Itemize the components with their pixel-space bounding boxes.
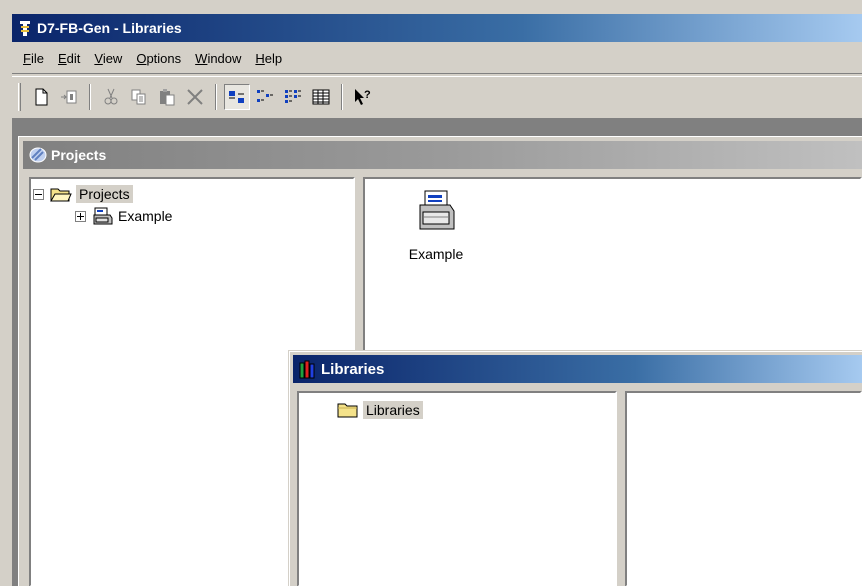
menu-file[interactable]: File — [16, 47, 51, 70]
copy-icon — [131, 89, 146, 104]
context-help-icon: ? — [355, 88, 371, 105]
new-icon — [35, 88, 48, 105]
menu-bar: File Edit View Options Window Help — [12, 44, 862, 74]
details-button[interactable] — [308, 84, 334, 110]
new-button[interactable] — [28, 84, 54, 110]
small-icons-icon — [257, 89, 273, 102]
toolbar-separator — [341, 83, 343, 110]
libraries-window-title-bar[interactable]: Libraries — [293, 355, 862, 383]
project-item-example[interactable]: Example — [391, 189, 481, 262]
paste-button[interactable] — [154, 84, 180, 110]
large-icons-button[interactable] — [224, 83, 250, 110]
context-help-button[interactable]: ? — [350, 84, 376, 110]
menu-options[interactable]: Options — [129, 47, 188, 70]
svg-text:?: ? — [364, 89, 371, 101]
menu-window[interactable]: Window — [188, 47, 248, 70]
collapse-icon[interactable] — [33, 188, 44, 200]
copy-to-button[interactable] — [56, 84, 82, 110]
small-icons-button[interactable] — [252, 84, 278, 110]
list-icon — [285, 89, 301, 103]
copy-to-icon — [61, 90, 77, 103]
toolbar-separator — [215, 83, 217, 110]
projects-window-title: Projects — [51, 147, 107, 163]
app-title-bar[interactable]: D7-FB-Gen - Libraries — [12, 14, 862, 42]
projects-window-title-bar[interactable]: Projects — [23, 141, 862, 169]
menu-edit[interactable]: Edit — [51, 47, 87, 70]
delete-icon — [187, 88, 203, 105]
folder-icon — [337, 403, 358, 418]
libraries-window-title: Libraries — [321, 360, 385, 378]
tree-item-label: Example — [118, 208, 173, 224]
open-folder-icon — [50, 188, 72, 202]
cut-button[interactable] — [98, 84, 124, 110]
app-title: D7-FB-Gen - Libraries — [37, 20, 182, 36]
paste-icon — [160, 88, 175, 105]
copy-button[interactable] — [126, 84, 152, 110]
toolbar-grip[interactable] — [18, 82, 21, 111]
libraries-tree-pane[interactable]: Libraries — [297, 391, 617, 586]
libraries-window: Libraries Libraries — [288, 350, 862, 586]
menu-help[interactable]: Help — [248, 47, 289, 70]
project-large-icon — [419, 190, 455, 230]
list-button[interactable] — [280, 84, 306, 110]
tree-item-example[interactable]: Example — [75, 205, 172, 227]
tree-item-projects[interactable]: Projects — [33, 183, 133, 205]
tree-item-label: Projects — [76, 185, 133, 203]
expand-icon[interactable] — [75, 210, 86, 222]
delete-button[interactable] — [182, 84, 208, 110]
libraries-content-pane[interactable] — [625, 391, 862, 586]
projects-window-icon — [29, 147, 47, 163]
app-icon — [20, 20, 30, 36]
project-icon — [93, 207, 113, 225]
tree-item-libraries[interactable]: Libraries — [337, 399, 423, 421]
libraries-window-icon — [299, 360, 315, 379]
menu-view[interactable]: View — [87, 47, 129, 70]
tree-item-label: Libraries — [363, 401, 423, 419]
large-icons-icon — [229, 90, 244, 103]
cut-icon — [104, 88, 118, 104]
toolbar: ? — [12, 76, 862, 116]
project-item-label: Example — [408, 246, 464, 262]
toolbar-separator — [89, 83, 91, 110]
details-icon — [312, 89, 330, 104]
